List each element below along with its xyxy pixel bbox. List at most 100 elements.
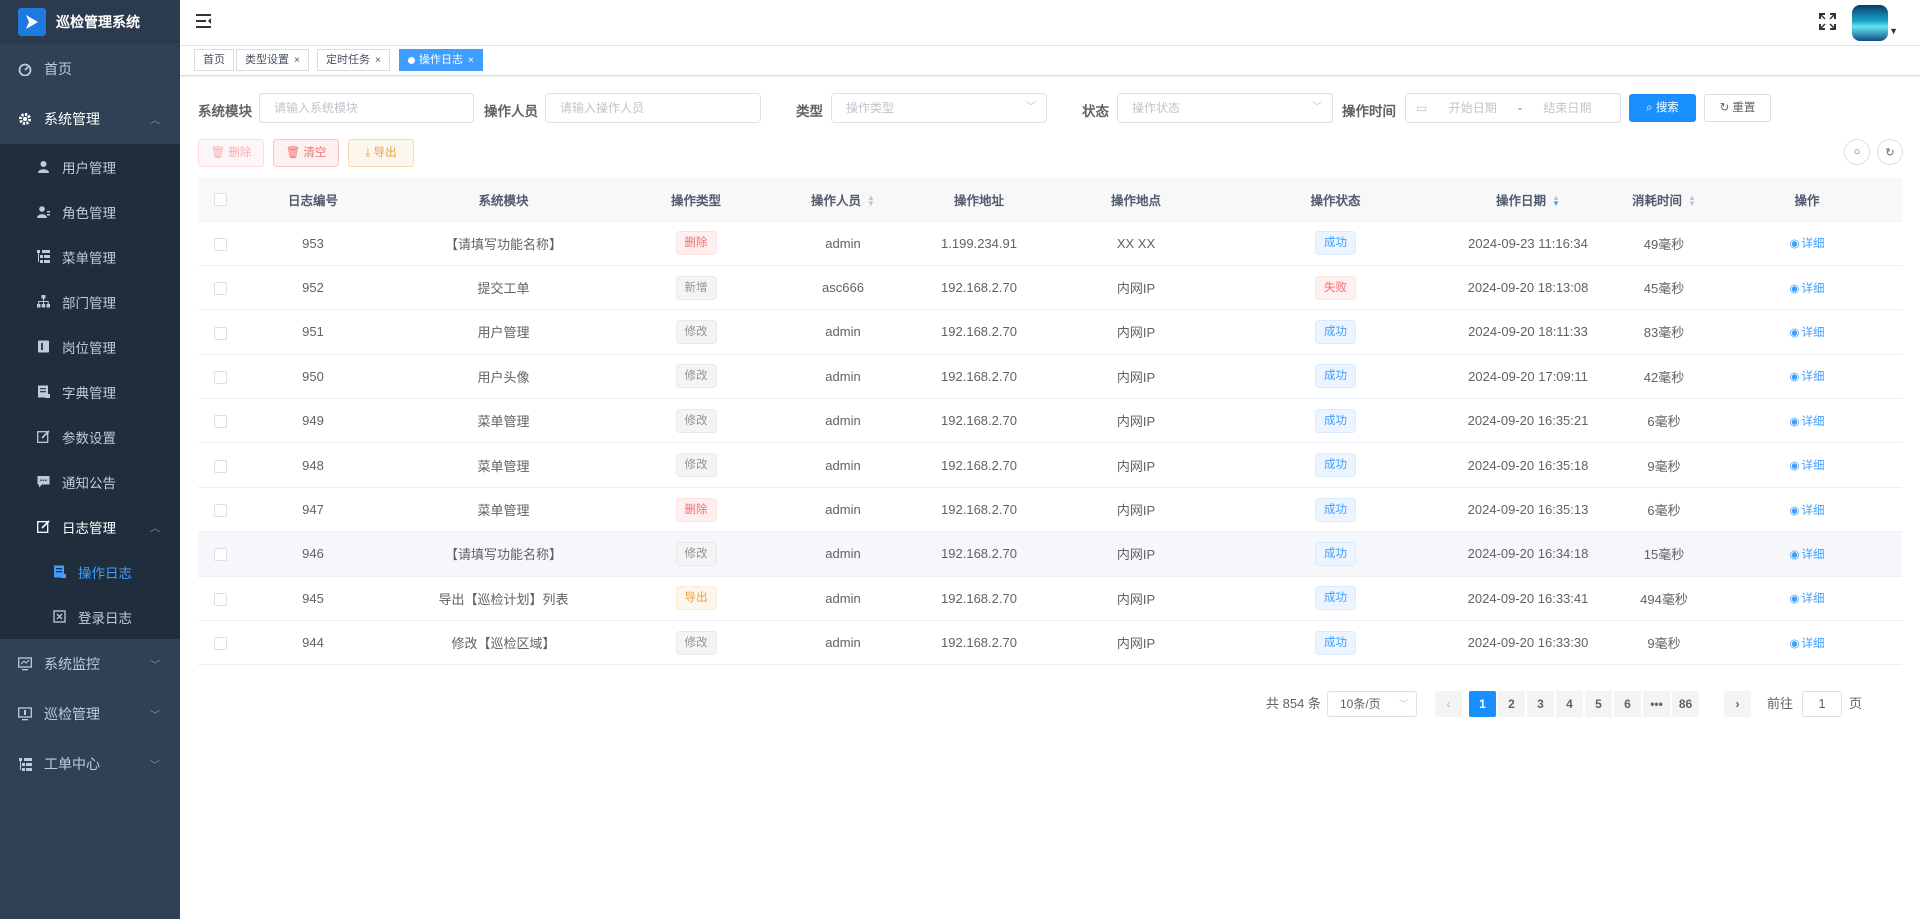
- toggle-search-button[interactable]: ○: [1844, 139, 1870, 165]
- row-checkbox-cell[interactable]: [198, 531, 242, 577]
- close-icon[interactable]: ×: [294, 55, 300, 66]
- select-all-checkbox[interactable]: [198, 178, 242, 222]
- table-row[interactable]: 950 用户头像 修改 admin 192.168.2.70 内网IP 成功 2024-09-…: [198, 354, 1902, 400]
- table-row[interactable]: 944 修改【巡检区域】 修改 admin 192.168.2.70 内网IP 成功 2024…: [198, 620, 1902, 666]
- table-row[interactable]: 946 【请填写功能名称】 修改 admin 192.168.2.70 内网IP 成功 202…: [198, 531, 1902, 577]
- page-button[interactable]: 1: [1469, 691, 1496, 717]
- sidebar-item-notice[interactable]: 通知公告: [0, 459, 180, 504]
- delete-button[interactable]: 🗑︎ 删除: [198, 139, 264, 167]
- date-range-picker[interactable]: ▭ 开始日期 - 结束日期: [1405, 93, 1621, 123]
- row-checkbox-cell[interactable]: [198, 265, 242, 311]
- table-row[interactable]: 951 用户管理 修改 admin 192.168.2.70 内网IP 成功 2024-09-…: [198, 309, 1902, 355]
- close-icon[interactable]: ×: [468, 55, 474, 66]
- detail-link[interactable]: ◉ 详细: [1789, 593, 1824, 605]
- type-select[interactable]: 操作类型 ﹀: [831, 93, 1047, 123]
- detail-link[interactable]: ◉ 详细: [1789, 238, 1824, 250]
- more-pages-button[interactable]: •••: [1643, 691, 1670, 717]
- checkbox[interactable]: [213, 548, 227, 562]
- page-button[interactable]: 5: [1585, 691, 1612, 717]
- row-checkbox-cell[interactable]: [198, 221, 242, 266]
- start-date[interactable]: 开始日期: [1449, 101, 1497, 115]
- page-button[interactable]: 2: [1498, 691, 1525, 717]
- hamburger-icon[interactable]: [196, 14, 212, 28]
- checkbox[interactable]: [213, 370, 227, 384]
- sidebar-item-inspection[interactable]: 巡检管理 ﹀: [0, 689, 180, 739]
- detail-link[interactable]: ◉ 详细: [1789, 638, 1824, 650]
- module-input[interactable]: 请输入系统模块: [259, 93, 474, 123]
- checkbox[interactable]: [213, 415, 227, 429]
- sidebar-item-posts[interactable]: 岗位管理: [0, 324, 180, 369]
- clear-button[interactable]: 🗑︎ 清空: [273, 139, 339, 167]
- checkbox[interactable]: [213, 282, 227, 296]
- checkbox[interactable]: [213, 459, 227, 473]
- sort-icon[interactable]: ▲ ▼: [867, 194, 875, 208]
- page-size-select[interactable]: 10条/页 ﹀: [1327, 691, 1417, 717]
- row-checkbox-cell[interactable]: [198, 442, 242, 488]
- table-row[interactable]: 948 菜单管理 修改 admin 192.168.2.70 内网IP 成功 2024-09-…: [198, 442, 1902, 488]
- page-button[interactable]: 3: [1527, 691, 1554, 717]
- sidebar-item-roles[interactable]: 角色管理: [0, 189, 180, 234]
- col-header-operator[interactable]: 操作人员 ▲ ▼: [769, 178, 917, 222]
- sidebar-item-users[interactable]: 用户管理: [0, 144, 180, 189]
- page-button[interactable]: 86: [1672, 691, 1699, 717]
- table-row[interactable]: 947 菜单管理 删除 admin 192.168.2.70 内网IP 成功 2024-09-…: [198, 487, 1902, 533]
- page-button[interactable]: 4: [1556, 691, 1583, 717]
- tag-scheduled-jobs[interactable]: 定时任务 ×: [317, 49, 390, 71]
- logo-area[interactable]: 巡检管理系统: [0, 0, 180, 44]
- next-page-button[interactable]: ›: [1724, 691, 1751, 717]
- table-row[interactable]: 952 提交工单 新增 asc666 192.168.2.70 内网IP 失败 2024-09…: [198, 265, 1902, 311]
- table-row[interactable]: 949 菜单管理 修改 admin 192.168.2.70 内网IP 成功 2024-09-…: [198, 398, 1902, 444]
- jump-page-input[interactable]: 1: [1802, 691, 1842, 717]
- checkbox[interactable]: [213, 193, 227, 207]
- sidebar-item-login-log[interactable]: 登录日志: [0, 594, 180, 639]
- status-select[interactable]: 操作状态 ﹀: [1117, 93, 1333, 123]
- export-button[interactable]: ⤓ 导出: [348, 139, 414, 167]
- sort-desc-icon[interactable]: ▲ ▼: [1552, 194, 1560, 208]
- row-checkbox-cell[interactable]: [198, 309, 242, 355]
- detail-link[interactable]: ◉ 详细: [1789, 283, 1824, 295]
- detail-link[interactable]: ◉ 详细: [1789, 327, 1824, 339]
- sidebar-item-workorder[interactable]: 工单中心 ﹀: [0, 739, 180, 789]
- row-checkbox-cell[interactable]: [198, 354, 242, 400]
- sidebar-item-menus[interactable]: 菜单管理: [0, 234, 180, 279]
- sidebar-item-oper-log[interactable]: 操作日志: [0, 549, 180, 594]
- detail-link[interactable]: ◉ 详细: [1789, 371, 1824, 383]
- checkbox[interactable]: [213, 504, 227, 518]
- detail-link[interactable]: ◉ 详细: [1789, 416, 1824, 428]
- tag-oper-log[interactable]: 操作日志 ×: [399, 49, 483, 71]
- table-row[interactable]: 945 导出【巡检计划】列表 导出 admin 192.168.2.70 内网IP 成功 20…: [198, 576, 1902, 622]
- reset-button[interactable]: ↻ 重置: [1704, 94, 1771, 122]
- sidebar-item-home[interactable]: 首页: [0, 44, 180, 94]
- detail-link[interactable]: ◉ 详细: [1789, 505, 1824, 517]
- prev-page-button[interactable]: ‹: [1435, 691, 1462, 717]
- sidebar-item-dict[interactable]: 字典管理: [0, 369, 180, 414]
- detail-link[interactable]: ◉ 详细: [1789, 549, 1824, 561]
- row-checkbox-cell[interactable]: [198, 620, 242, 666]
- col-header-date[interactable]: 操作日期 ▲ ▼: [1440, 178, 1616, 222]
- col-header-cost[interactable]: 消耗时间 ▲ ▼: [1616, 178, 1712, 222]
- sidebar-item-config[interactable]: 参数设置: [0, 414, 180, 459]
- tag-type-settings[interactable]: 类型设置 ×: [236, 49, 309, 71]
- sidebar-item-depts[interactable]: 部门管理: [0, 279, 180, 324]
- avatar[interactable]: [1852, 5, 1888, 41]
- page-button[interactable]: 6: [1614, 691, 1641, 717]
- tag-home[interactable]: 首页: [194, 49, 234, 71]
- checkbox[interactable]: [213, 237, 227, 251]
- row-checkbox-cell[interactable]: [198, 398, 242, 444]
- operator-input[interactable]: 请输入操作人员: [545, 93, 761, 123]
- row-checkbox-cell[interactable]: [198, 576, 242, 622]
- caret-down-icon[interactable]: ▼: [1889, 26, 1898, 36]
- search-button[interactable]: ⌕ 搜索: [1629, 94, 1696, 122]
- sort-icon[interactable]: ▲ ▼: [1688, 194, 1696, 208]
- fullscreen-icon[interactable]: [1819, 13, 1836, 30]
- sidebar-item-monitor[interactable]: 系统监控 ﹀: [0, 639, 180, 689]
- sidebar-item-log[interactable]: 日志管理 ︿: [0, 504, 180, 549]
- sidebar-item-system[interactable]: 系统管理 ︿: [0, 94, 180, 144]
- checkbox[interactable]: [213, 637, 227, 651]
- table-row[interactable]: 953 【请填写功能名称】 删除 admin 1.199.234.91 XX XX 成功 20…: [198, 221, 1902, 266]
- refresh-button[interactable]: ↻: [1877, 139, 1903, 165]
- checkbox[interactable]: [213, 592, 227, 606]
- row-checkbox-cell[interactable]: [198, 487, 242, 533]
- close-icon[interactable]: ×: [375, 55, 381, 66]
- checkbox[interactable]: [213, 326, 227, 340]
